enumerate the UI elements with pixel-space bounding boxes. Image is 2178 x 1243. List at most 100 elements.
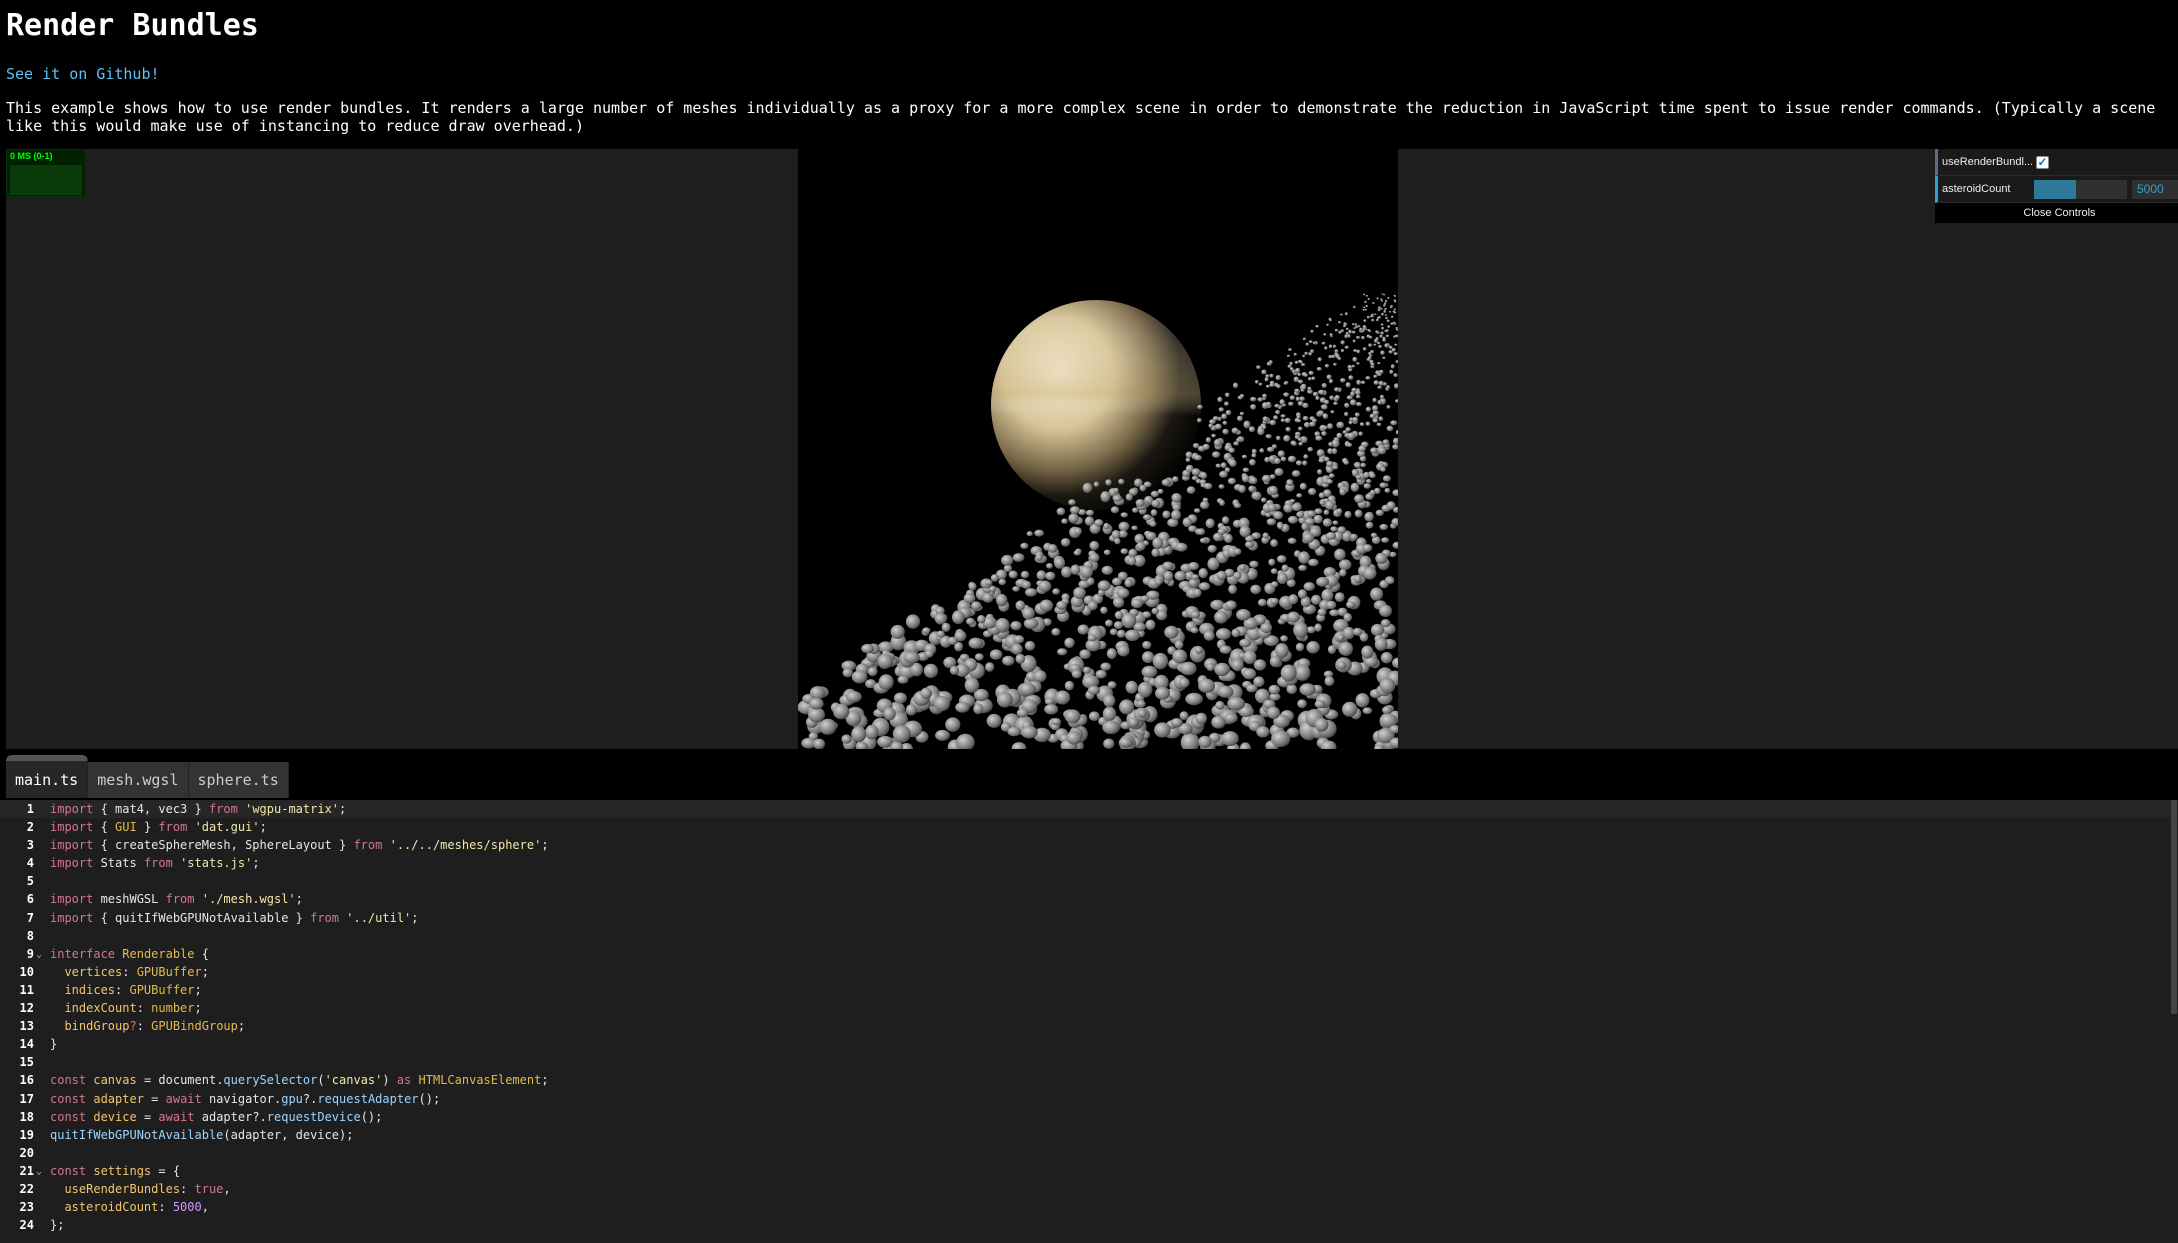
asteroid [1174,570,1187,581]
asteroid [1249,560,1259,568]
asteroid [1361,336,1365,340]
code-line[interactable]: 16 const canvas = document.querySelector(… [0,1071,2178,1089]
render-canvas[interactable] [798,149,1398,749]
asteroid [1308,377,1312,381]
asteroid [1384,343,1389,348]
asteroid-count-slider[interactable] [2034,180,2127,199]
asteroid [1363,325,1367,329]
asteroid [933,695,951,712]
code-line[interactable]: 19 quitIfWebGPUNotAvailable(adapter, devi… [0,1126,2178,1144]
code-line[interactable]: 12 indexCount: number; [0,999,2178,1017]
code-line[interactable]: 20 [0,1144,2178,1162]
asteroid [985,662,995,672]
code-line[interactable]: 6 import meshWGSL from './mesh.wgsl'; [0,890,2178,908]
asteroid [1193,588,1202,598]
asteroid [1393,311,1397,314]
asteroid [1225,600,1237,610]
code-line[interactable]: 13 bindGroup?: GPUBindGroup; [0,1017,2178,1035]
asteroid [1074,527,1082,536]
asteroid [1292,441,1297,446]
stats-label: 0 MS (0-1) [10,151,53,161]
gui-row-use-render-bundles[interactable]: useRenderBundl... ✓ [1935,149,2178,176]
asteroid [1333,401,1338,406]
line-number: 17 [19,1091,34,1106]
asteroid-count-input[interactable]: 5000 [2132,180,2178,199]
asteroid [1375,509,1384,516]
asteroid [1388,350,1393,354]
asteroid [819,718,837,735]
asteroid [1384,488,1391,493]
github-link[interactable]: See it on Github! [6,65,160,83]
asteroid [1355,390,1361,396]
asteroid [1324,676,1335,687]
asteroid [1190,627,1199,634]
code-line[interactable]: 24}; [0,1216,2178,1234]
asteroid [1095,669,1107,679]
asteroid [1191,475,1199,481]
asteroid [1363,306,1366,309]
asteroid [1380,652,1393,664]
code-line[interactable]: 10 vertices: GPUBuffer; [0,963,2178,981]
asteroid [1275,375,1281,381]
asteroid [1111,530,1121,540]
asteroid [1149,520,1157,527]
code-line[interactable]: 14} [0,1035,2178,1053]
code-line[interactable]: 8 [0,927,2178,945]
asteroid [1172,476,1179,483]
asteroid [1377,309,1381,312]
asteroid [1302,354,1306,358]
code-line[interactable]: 11 indices: GPUBuffer; [0,981,2178,999]
asteroid [1303,373,1308,377]
use-render-bundles-checkbox[interactable]: ✓ [2036,155,2049,169]
code-line[interactable]: 9 ⌄ interface Renderable { [0,945,2178,963]
stats-panel[interactable]: 0 MS (0-1) [6,149,86,197]
gui-row-asteroid-count[interactable]: asteroidCount 5000 [1935,176,2178,203]
asteroid [1197,404,1203,410]
asteroid [1286,354,1291,357]
close-controls-button[interactable]: Close Controls [1935,203,2178,223]
asteroid [1233,571,1242,580]
code-line[interactable]: 21 ⌄ const settings = { [0,1162,2178,1180]
code-line[interactable]: 23 asteroidCount: 5000, [0,1198,2178,1216]
code-line[interactable]: 2 import { GUI } from 'dat.gui'; [0,818,2178,836]
tab-sphere-ts[interactable]: sphere.ts [188,762,289,798]
asteroid [1354,323,1358,326]
asteroid-count-label: asteroidCount [1942,183,2011,195]
asteroid [1180,661,1197,676]
tab-main-ts[interactable]: main.ts [6,755,89,798]
asteroid [1339,488,1346,496]
asteroid [1265,374,1270,378]
asteroid [1288,594,1299,605]
asteroid [1250,584,1262,595]
code-line[interactable]: 17 const adapter = await navigator.gpu?.r… [0,1090,2178,1108]
code-line[interactable]: 22 useRenderBundles: true, [0,1180,2178,1198]
asteroid [1386,319,1390,323]
asteroid [1185,457,1191,462]
code-line[interactable]: 1 import { mat4, vec3 } from 'wgpu-matrix… [0,800,2178,819]
asteroid [1258,382,1263,386]
code-line[interactable]: 5 [0,872,2178,890]
asteroid [1378,380,1384,386]
asteroid [1241,474,1250,483]
code-editor[interactable]: 1 import { mat4, vec3 } from 'wgpu-matrix… [0,800,2178,1243]
fold-chevron-icon[interactable]: ⌄ [36,946,42,964]
asteroid [813,738,826,749]
code-line[interactable]: 4 import Stats from 'stats.js'; [0,854,2178,872]
asteroid [1328,379,1334,384]
code-line[interactable]: 18 const device = await adapter?.requestD… [0,1108,2178,1126]
asteroid [1242,668,1257,680]
code-text: indices: GPUBuffer; [64,982,202,997]
code-line[interactable]: 15 [0,1053,2178,1071]
tab-mesh-wgsl[interactable]: mesh.wgsl [88,762,189,798]
code-line[interactable]: 7 import { quitIfWebGPUNotAvailable } fro… [0,909,2178,927]
asteroid [1356,362,1360,365]
source-tabs: main.ts mesh.wgsl sphere.ts [6,755,289,798]
asteroid [1302,532,1315,543]
fold-chevron-icon[interactable]: ⌄ [36,1163,42,1181]
editor-scrollbar[interactable] [2170,800,2178,1243]
asteroid [1343,324,1347,328]
editor-scrollbar-thumb[interactable] [2171,800,2177,1014]
asteroid [1325,500,1335,510]
code-text: import meshWGSL from './mesh.wgsl'; [50,892,303,907]
code-line[interactable]: 3 import { createSphereMesh, SphereLayout… [0,836,2178,854]
